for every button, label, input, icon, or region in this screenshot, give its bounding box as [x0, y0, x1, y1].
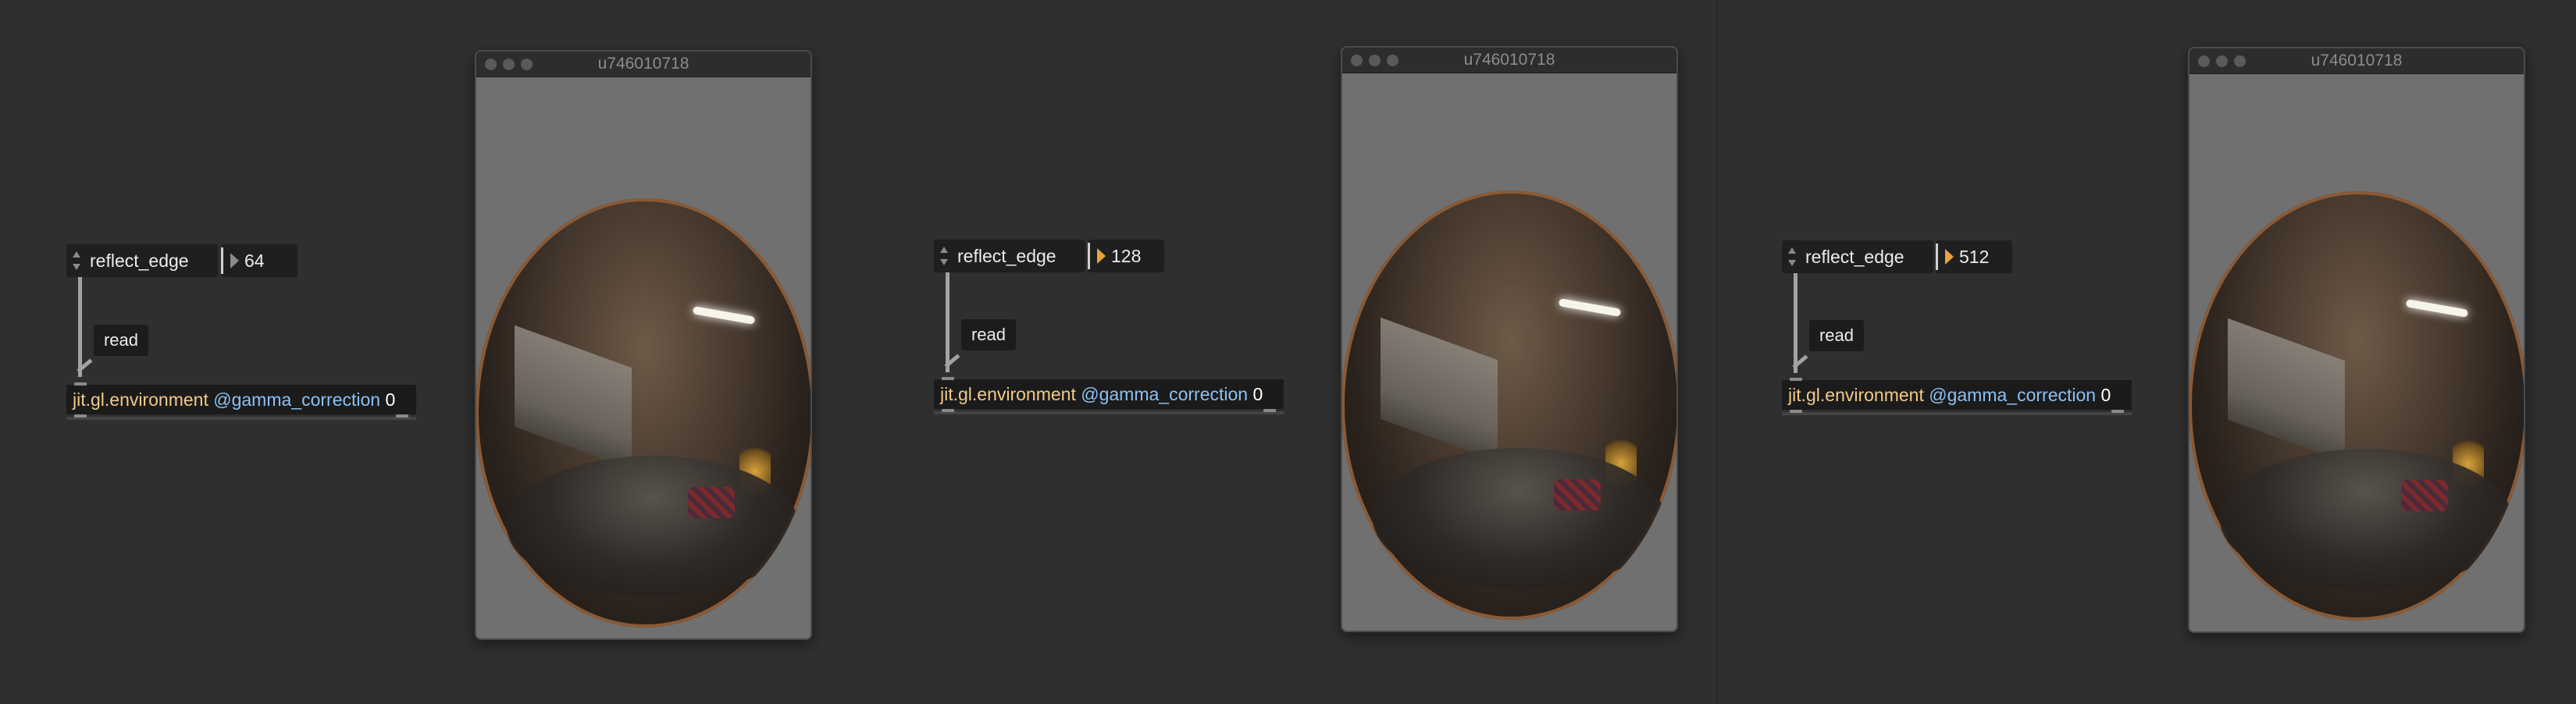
object-outlet[interactable]	[396, 414, 408, 418]
window-title: u746010718	[597, 55, 689, 73]
number-value: 512	[1959, 247, 1990, 267]
number-separator	[221, 247, 223, 274]
number-triangle-icon	[1097, 248, 1106, 264]
number-triangle-icon	[230, 253, 239, 268]
read-message[interactable]: read	[1809, 320, 1864, 351]
number-box[interactable]: 64	[221, 244, 298, 277]
reflect-edge-umenu[interactable]: reflect_edge	[1782, 240, 1933, 273]
umenu-label: reflect_edge	[957, 246, 1056, 266]
up-down-arrows-icon	[1787, 247, 1797, 266]
floor-shape	[507, 456, 799, 596]
up-down-arrows-icon	[939, 247, 950, 265]
jitter-window-2[interactable]: u746010718	[1341, 46, 1678, 632]
object-attribute: @gamma_correction	[1929, 385, 2097, 405]
object-text: jit.gl.environment @gamma_correction 0	[940, 379, 1263, 409]
object-class-name: jit.gl.environment	[73, 389, 208, 410]
number-box[interactable]: 512	[1936, 240, 2012, 273]
ceiling-light-shape	[2405, 299, 2469, 318]
message-label: read	[1819, 325, 1855, 345]
staircase-shape	[2228, 318, 2345, 463]
jit-gl-environment-object[interactable]: jit.gl.environment @gamma_correction 0	[66, 382, 416, 420]
object-text: jit.gl.environment @gamma_correction 0	[1788, 380, 2111, 410]
object-outlet[interactable]	[1790, 410, 1802, 413]
object-outlet-bar	[934, 411, 1284, 414]
object-attribute-value: 0	[2100, 385, 2111, 405]
patch-cord[interactable]	[1794, 273, 1797, 373]
staircase-shape	[515, 325, 632, 470]
window-titlebar[interactable]: u746010718	[476, 52, 811, 77]
object-outlet[interactable]	[2111, 410, 2124, 413]
staircase-shape	[1381, 317, 1498, 462]
read-message[interactable]: read	[94, 325, 148, 356]
object-class-name: jit.gl.environment	[1788, 385, 1924, 405]
window-titlebar[interactable]: u746010718	[2189, 48, 2524, 74]
umenu-label: reflect_edge	[90, 251, 189, 271]
blanket-shape	[2401, 480, 2448, 511]
object-outlet[interactable]	[1263, 409, 1276, 412]
jit-gl-environment-object[interactable]: jit.gl.environment @gamma_correction 0	[1782, 378, 2132, 415]
panel-divider	[1716, 0, 1718, 704]
reflect-edge-umenu[interactable]: reflect_edge	[66, 244, 218, 277]
render-view[interactable]	[1342, 73, 1676, 631]
patch-cord[interactable]	[78, 277, 82, 377]
jitter-window-3[interactable]: u746010718	[2188, 47, 2525, 633]
environment-sphere-image	[1342, 190, 1676, 620]
floor-shape	[1373, 448, 1665, 588]
reflect-edge-umenu[interactable]: reflect_edge	[934, 240, 1085, 272]
jit-gl-environment-object[interactable]: jit.gl.environment @gamma_correction 0	[934, 377, 1284, 414]
number-triangle-icon	[1945, 249, 1954, 265]
render-view[interactable]	[476, 77, 811, 638]
number-value: 128	[1111, 246, 1142, 266]
blanket-shape	[1554, 479, 1601, 510]
object-text: jit.gl.environment @gamma_correction 0	[73, 385, 395, 414]
jitter-window-1[interactable]: u746010718	[475, 50, 812, 640]
object-outlet[interactable]	[74, 414, 87, 418]
object-outlet-bar	[66, 417, 416, 420]
ceiling-light-shape	[692, 306, 756, 325]
object-class-name: jit.gl.environment	[940, 384, 1076, 404]
number-value: 64	[244, 251, 265, 271]
window-title: u746010718	[1463, 51, 1555, 69]
render-view[interactable]	[2189, 74, 2524, 631]
ceiling-light-shape	[1558, 298, 1622, 317]
up-down-arrows-icon	[71, 251, 82, 270]
window-title: u746010718	[2311, 52, 2403, 69]
blanket-shape	[688, 487, 735, 518]
environment-sphere-image	[2189, 191, 2524, 620]
number-box[interactable]: 128	[1088, 240, 1164, 272]
object-outlet-bar	[1782, 412, 2132, 415]
number-separator	[1088, 243, 1090, 269]
object-attribute: @gamma_correction	[1081, 384, 1249, 404]
object-outlet[interactable]	[942, 409, 954, 412]
floor-shape	[2220, 449, 2512, 589]
message-label: read	[103, 330, 139, 350]
window-titlebar[interactable]: u746010718	[1342, 48, 1676, 73]
umenu-label: reflect_edge	[1805, 247, 1904, 267]
patch-cord[interactable]	[946, 272, 950, 372]
read-message[interactable]: read	[961, 319, 1016, 350]
environment-sphere-image	[476, 198, 811, 628]
object-attribute-value: 0	[385, 389, 396, 410]
number-separator	[1936, 244, 1938, 270]
object-attribute: @gamma_correction	[213, 389, 381, 410]
object-attribute-value: 0	[1252, 384, 1263, 404]
message-label: read	[971, 325, 1007, 344]
